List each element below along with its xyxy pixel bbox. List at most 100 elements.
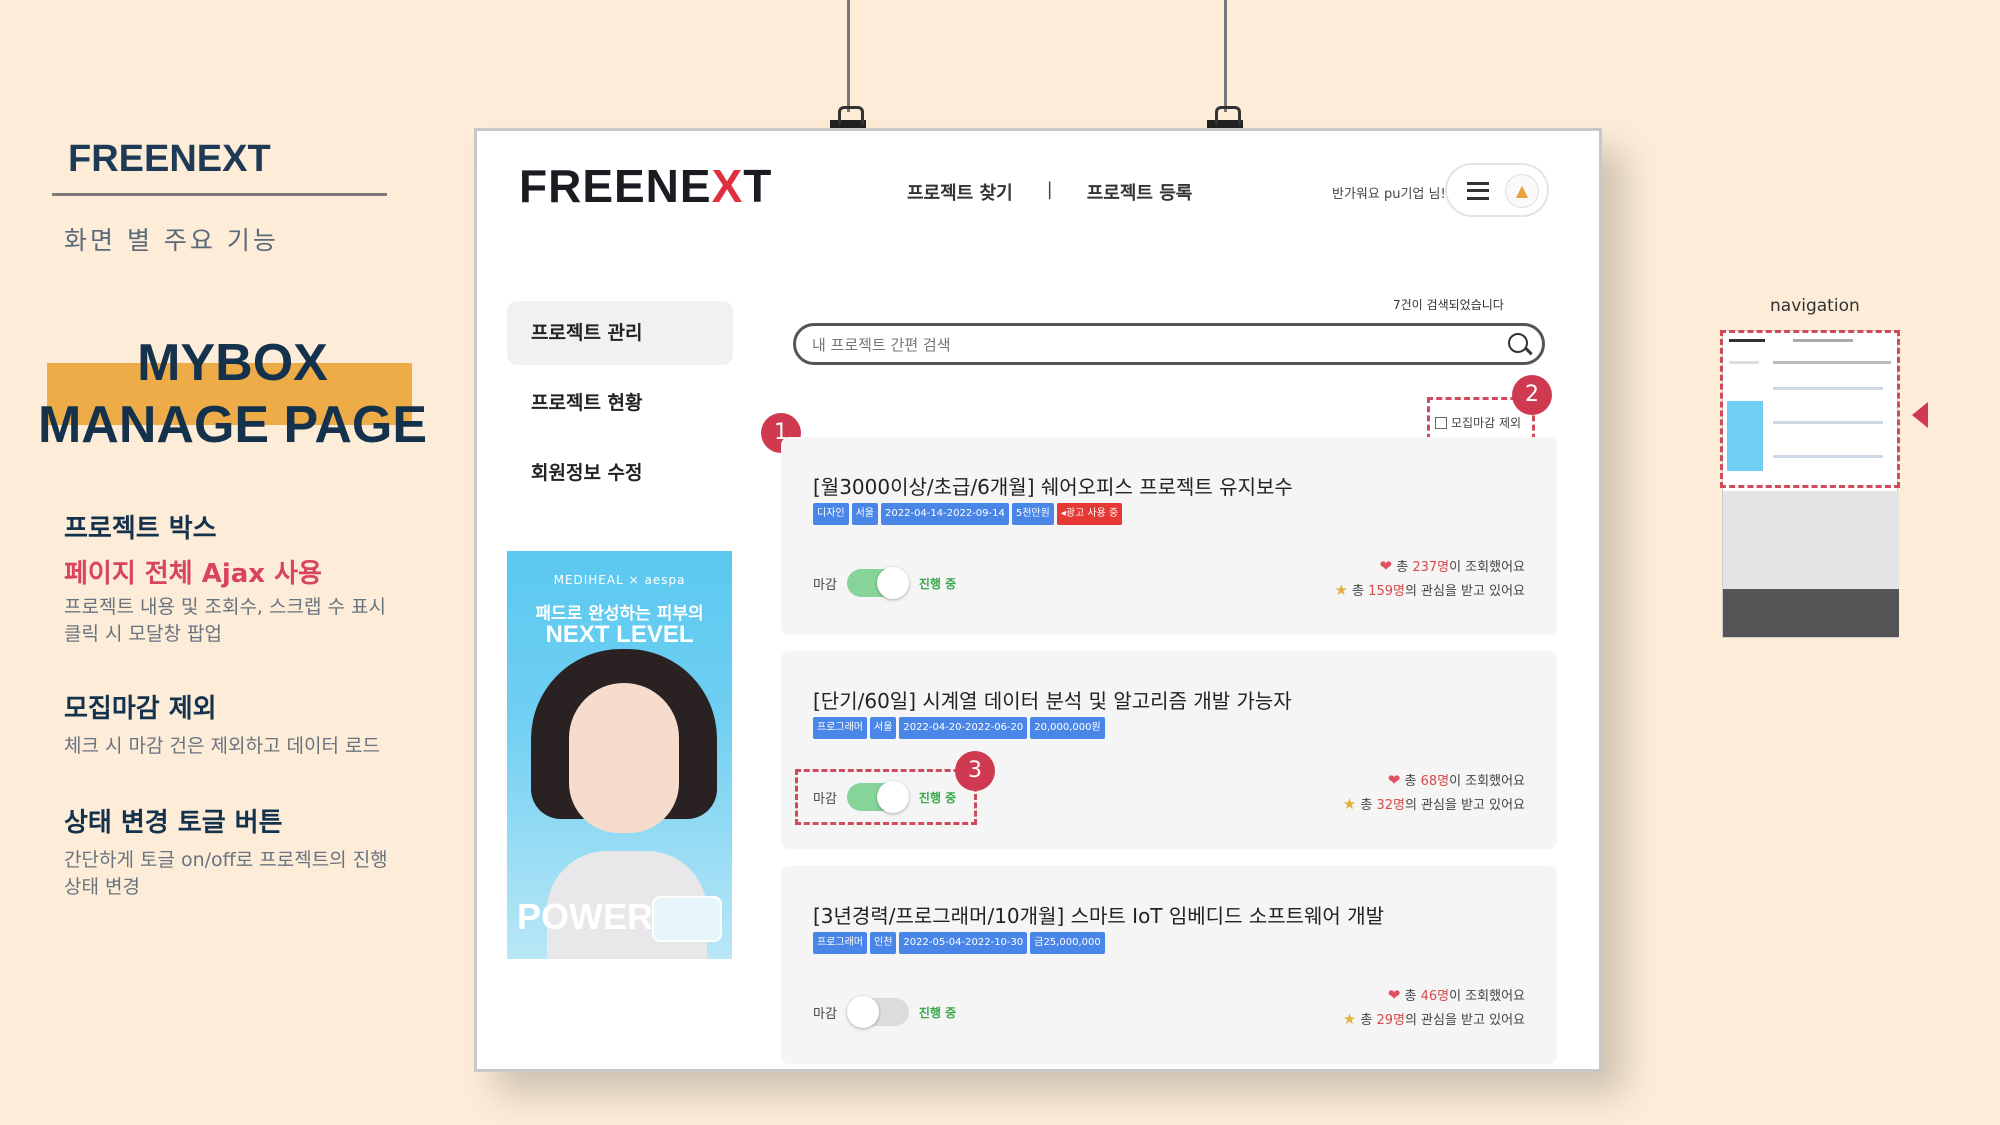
feature-desc: 간단하게 토글 on/off로 프로젝트의 진행 (64, 849, 388, 871)
star-icon: ★ (1342, 1010, 1357, 1028)
status-toggle-group: 마감 진행 중 (813, 996, 957, 1028)
scrap-count-line: ★ 총 159명의 관심을 받고 있어요 (1334, 581, 1525, 599)
project-card[interactable]: [3년경력/프로그래머/10개월] 스마트 IoT 임베디드 소프트웨어 개발 … (781, 866, 1557, 1064)
thumb-footer (1723, 589, 1899, 637)
feature-desc: 상태 변경 (64, 876, 140, 898)
toggle-in-progress-label: 진행 중 (918, 1005, 957, 1020)
star-icon: ★ (1334, 581, 1348, 599)
advertisement-banner[interactable]: MEDIHEAL × aespa 패드로 완성하는 피부의 NEXT LEVEL… (507, 551, 732, 959)
top-navigation: 프로젝트 찾기 | 프로젝트 등록 (907, 179, 1192, 205)
toggle-closed-label: 마감 (813, 577, 837, 593)
brand-divider (52, 193, 387, 196)
avatar[interactable]: ▲ (1505, 174, 1539, 208)
feature-highlight: 페이지 전체 Ajax 사용 (64, 559, 322, 589)
star-icon: ★ (1342, 795, 1357, 813)
annotation-marker: 3 (955, 751, 995, 791)
slide-title-line2: MANAGE PAGE (37, 396, 428, 454)
ad-product-jar (652, 896, 722, 942)
feature-status-toggle: 상태 변경 토글 버튼 간단하게 토글 on/off로 프로젝트의 진행 상태 … (64, 802, 388, 901)
ad-model-face (569, 683, 679, 833)
slide-title: MYBOX MANAGE PAGE (30, 332, 435, 456)
nav-register-project[interactable]: 프로젝트 등록 (1087, 179, 1193, 205)
tag-location: 서울 (870, 717, 897, 739)
tag-category: 디자인 (813, 503, 849, 525)
project-search-bar[interactable] (793, 323, 1545, 365)
tag-period: 2022-05-04-2022-10-30 (899, 932, 1028, 954)
status-toggle[interactable] (846, 567, 909, 599)
feature-heading: 상태 변경 토글 버튼 (64, 808, 283, 838)
hanging-wire (1224, 0, 1227, 112)
tag-budget: 5천만원 (1011, 503, 1054, 525)
scrap-count: 32명 (1376, 798, 1405, 813)
annotation-highlight-navigation (1720, 330, 1900, 488)
feature-desc: 클릭 시 모달창 팝업 (64, 623, 222, 645)
sidebar-item-project-status[interactable]: 프로젝트 현황 (507, 371, 733, 435)
user-menu-button[interactable]: ▲ (1445, 163, 1549, 217)
scrap-count-line: ★ 총 32명의 관심을 받고 있어요 (1342, 795, 1525, 813)
sidebar: 프로젝트 관리 프로젝트 현황 회원정보 수정 (507, 301, 733, 511)
slide-title-line1: MYBOX (137, 334, 328, 392)
status-toggle[interactable] (846, 996, 909, 1028)
project-stats: ❤ 총 46명이 조회했어요 ★ 총 29명의 관심을 받고 있어요 (1343, 984, 1525, 1032)
sidebar-item-project-manage[interactable]: 프로젝트 관리 (507, 301, 733, 365)
project-title[interactable]: [단기/60일] 시계열 데이터 분석 및 알고리즘 개발 가능자 (813, 685, 1292, 714)
project-tags: 프로그래머 서울 2022-04-20-2022-06-20 20,000,00… (813, 717, 1105, 739)
feature-desc: 체크 시 마감 건은 제외하고 데이터 로드 (64, 735, 380, 757)
hanging-wire (847, 0, 850, 112)
project-title[interactable]: [월3000이상/초급/6개월] 쉐어오피스 프로젝트 유지보수 (813, 471, 1293, 500)
scrap-count: 29명 (1376, 1013, 1405, 1028)
heart-icon: ❤ (1387, 771, 1401, 789)
feature-project-box: 프로젝트 박스 페이지 전체 Ajax 사용 프로젝트 내용 및 조회수, 스크… (64, 508, 386, 648)
project-stats: ❤ 총 68명이 조회했어요 ★ 총 32명의 관심을 받고 있어요 (1343, 769, 1525, 817)
tag-budget: 20,000,000원 (1030, 717, 1105, 739)
view-count-line: ❤ 총 68명이 조회했어요 (1387, 771, 1525, 789)
tag-budget: 금25,000,000 (1030, 932, 1105, 954)
view-count: 237명 (1412, 560, 1450, 575)
project-stats: ❤ 총 237명이 조회했어요 ★ 총 159명의 관심을 받고 있어요 (1334, 555, 1525, 603)
brand-heading: FREENEXT (68, 138, 271, 180)
tag-period: 2022-04-20-2022-06-20 (899, 717, 1028, 739)
search-input[interactable] (812, 333, 1472, 357)
freenext-logo[interactable]: FREENEXT (519, 159, 772, 213)
logo-arrow-x: X (711, 160, 744, 212)
status-toggle-group: 마감 진행 중 (813, 567, 957, 599)
pointer-arrow-icon (1912, 402, 1928, 428)
tag-period: 2022-04-14-2022-09-14 (881, 503, 1009, 525)
project-tags: 프로그래머 인천 2022-05-04-2022-10-30 금25,000,0… (813, 932, 1105, 954)
sidebar-item-edit-profile[interactable]: 회원정보 수정 (507, 441, 733, 505)
tag-category: 프로그래머 (813, 932, 867, 954)
tag-ad-in-use: ◂광고 사용 중 (1056, 503, 1123, 525)
nav-find-project[interactable]: 프로젝트 찾기 (907, 179, 1013, 205)
ad-product-word: POWER (517, 896, 654, 937)
search-result-count: 7건이 검색되었습니다 (1393, 298, 1504, 312)
nav-separator: | (1046, 179, 1053, 200)
toggle-knob[interactable] (846, 996, 879, 1028)
search-icon[interactable] (1508, 333, 1528, 353)
view-count-line: ❤ 총 46명이 조회했어요 (1387, 986, 1525, 1004)
toggle-in-progress-label: 진행 중 (918, 576, 957, 591)
slide-subtitle: 화면 별 주요 기능 (64, 226, 279, 255)
heart-icon: ❤ (1379, 557, 1393, 575)
scrap-count: 159명 (1368, 584, 1405, 599)
ad-headline: NEXT LEVEL (545, 621, 694, 648)
project-title[interactable]: [3년경력/프로그래머/10개월] 스마트 IoT 임베디드 소프트웨어 개발 (813, 900, 1384, 929)
toggle-closed-label: 마감 (813, 1006, 837, 1022)
annotation-highlight-toggle (795, 769, 977, 825)
tag-location: 서울 (851, 503, 879, 525)
tag-category: 프로그래머 (813, 717, 867, 739)
app-screenshot-frame: FREENEXT 프로젝트 찾기 | 프로젝트 등록 반가워요 pu기업 님! … (474, 128, 1602, 1072)
toggle-knob[interactable] (876, 567, 909, 599)
tag-location: 인천 (870, 932, 897, 954)
feature-heading: 모집마감 제외 (64, 694, 217, 724)
annotation-marker: 2 (1512, 375, 1552, 415)
view-count-line: ❤ 총 237명이 조회했어요 (1379, 557, 1526, 575)
ad-brand-text: MEDIHEAL × aespa (553, 573, 686, 587)
feature-desc: 프로젝트 내용 및 조회수, 스크랩 수 표시 (64, 596, 386, 618)
scrap-count-line: ★ 총 29명의 관심을 받고 있어요 (1342, 1010, 1525, 1028)
thumb-lower-section (1723, 491, 1899, 591)
view-count: 68명 (1420, 774, 1450, 789)
feature-exclude-closed: 모집마감 제외 체크 시 마감 건은 제외하고 데이터 로드 (64, 688, 380, 760)
hamburger-icon[interactable] (1467, 182, 1489, 200)
navigation-label: navigation (1770, 296, 1860, 316)
project-card[interactable]: [월3000이상/초급/6개월] 쉐어오피스 프로젝트 유지보수 디자인 서울 … (781, 437, 1557, 635)
